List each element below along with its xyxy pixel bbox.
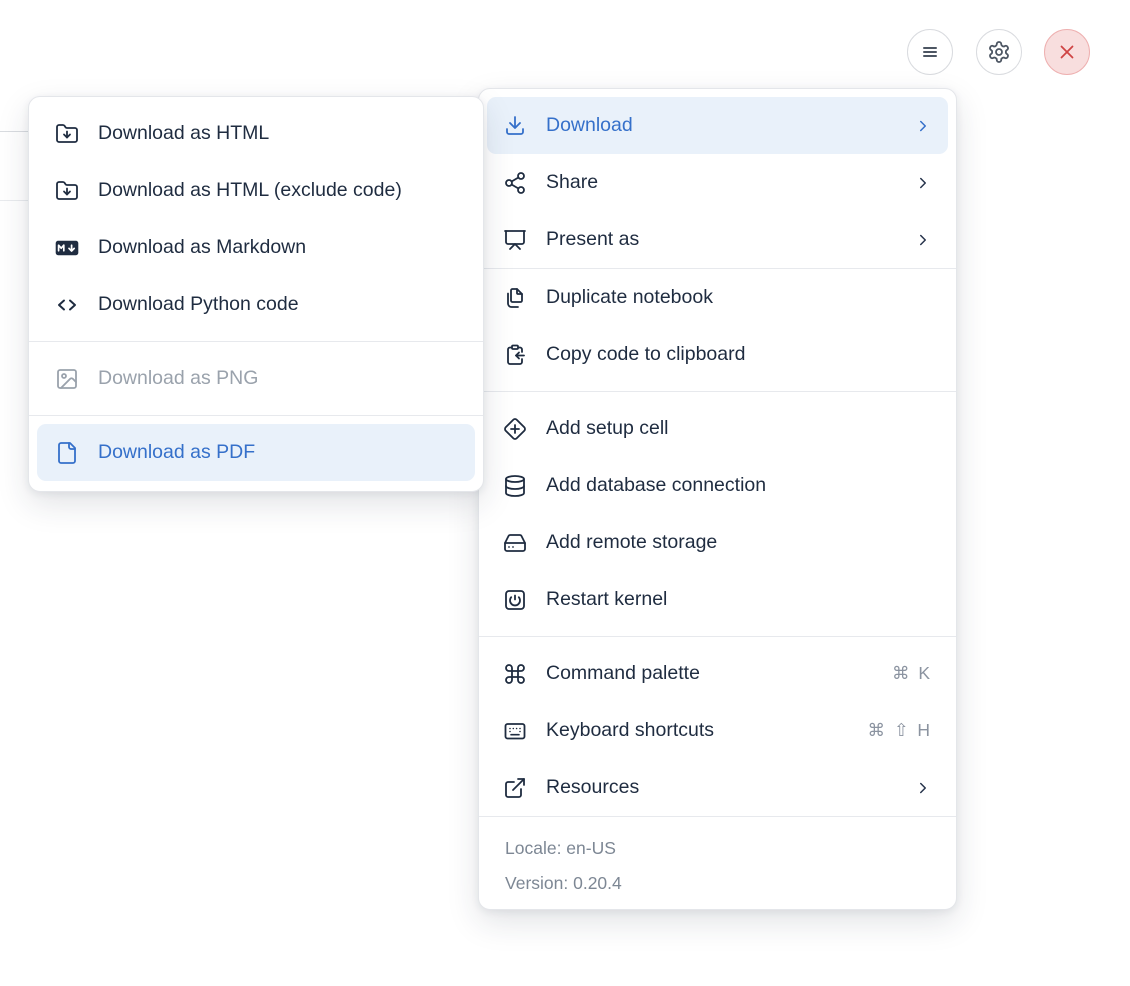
menu-item-download-as-png: Download as PNG [29,350,483,407]
clipboard-copy-icon [503,343,527,367]
notebook-actions-menu: Download Share Present as Duplicate noteboo… [478,88,957,910]
gear-icon [987,40,1011,64]
presentation-icon [503,228,527,252]
menu-divider [479,391,956,392]
version-text: Version: 0.20.4 [505,873,622,893]
keyboard-icon [503,719,527,743]
image-icon [55,367,79,391]
hamburger-icon [918,40,942,64]
chevron-right-icon [914,779,932,797]
menu-item-present-as[interactable]: Present as [479,211,956,268]
folder-down-icon [55,179,79,203]
menu-item-label: Copy code to clipboard [546,343,746,365]
menu-item-label: Download as HTML [98,122,270,144]
menu-item-add-setup-cell[interactable]: Add setup cell [479,400,956,457]
notebook-menu-button[interactable] [907,29,953,75]
menu-item-share[interactable]: Share [479,154,956,211]
menu-item-label: Download [546,114,633,136]
share-icon [503,171,527,195]
menu-divider [479,636,956,637]
menu-item-add-database-connection[interactable]: Add database connection [479,457,956,514]
menu-item-label: Download as Markdown [98,236,307,258]
power-icon [503,588,527,612]
background-edge-line [0,200,28,201]
file-icon [55,441,79,465]
diamond-plus-icon [503,417,527,441]
app-window: Download Share Present as Duplicate noteboo… [0,0,1130,986]
menu-item-duplicate-notebook[interactable]: Duplicate notebook [479,269,956,326]
menu-item-download-as-pdf[interactable]: Download as PDF [37,424,475,481]
chevron-right-icon [914,117,932,135]
menu-item-label: Download Python code [98,293,299,315]
download-submenu: Download as HTML Download as HTML (exclud… [28,96,484,492]
menu-item-label: Restart kernel [546,588,668,610]
menu-item-download-as-html[interactable]: Download as HTML [29,105,483,162]
menu-item-label: Download as HTML (exclude code) [98,179,402,201]
menu-item-label: Present as [546,228,640,250]
background-edge-line [0,131,28,132]
menu-item-restart-kernel[interactable]: Restart kernel [479,571,956,628]
menu-item-label: Download as PDF [98,441,256,463]
locale-text: Locale: en-US [505,838,616,858]
chevron-right-icon [914,231,932,249]
database-icon [503,474,527,498]
close-icon [1055,40,1079,64]
chevron-right-icon [914,174,932,192]
duplicate-icon [503,286,527,310]
shortcut-hint: ⌘ K [891,663,932,683]
menu-item-add-remote-storage[interactable]: Add remote storage [479,514,956,571]
menu-item-label: Download as PNG [98,367,259,389]
menu-item-label: Share [546,171,599,193]
markdown-icon [55,236,79,260]
menu-item-download[interactable]: Download [487,97,948,154]
folder-down-icon [55,122,79,146]
menu-item-download-as-html-exclude-code[interactable]: Download as HTML (exclude code) [29,162,483,219]
menu-item-keyboard-shortcuts[interactable]: Keyboard shortcuts ⌘ ⇧ H [479,702,956,759]
menu-item-resources[interactable]: Resources [479,759,956,816]
download-icon [503,114,527,138]
shortcut-hint: ⌘ ⇧ H [867,720,932,740]
menu-item-download-python-code[interactable]: Download Python code [29,276,483,333]
settings-button[interactable] [976,29,1022,75]
menu-item-label: Command palette [546,662,700,684]
menu-item-download-as-markdown[interactable]: Download as Markdown [29,219,483,276]
command-icon [503,662,527,686]
menu-item-command-palette[interactable]: Command palette ⌘ K [479,645,956,702]
menu-item-label: Resources [546,776,640,798]
menu-item-label: Add remote storage [546,531,718,553]
code-icon [55,293,79,317]
shutdown-button[interactable] [1044,29,1090,75]
menu-divider [29,341,483,342]
menu-divider [29,415,483,416]
menu-item-label: Keyboard shortcuts [546,719,715,741]
menu-footer: Locale: en-US Version: 0.20.4 [479,817,956,905]
external-link-icon [503,776,527,800]
hard-drive-icon [503,531,527,555]
menu-item-label: Add setup cell [546,417,669,439]
menu-item-copy-code-to-clipboard[interactable]: Copy code to clipboard [479,326,956,383]
menu-item-label: Add database connection [546,474,767,496]
menu-item-label: Duplicate notebook [546,286,713,308]
